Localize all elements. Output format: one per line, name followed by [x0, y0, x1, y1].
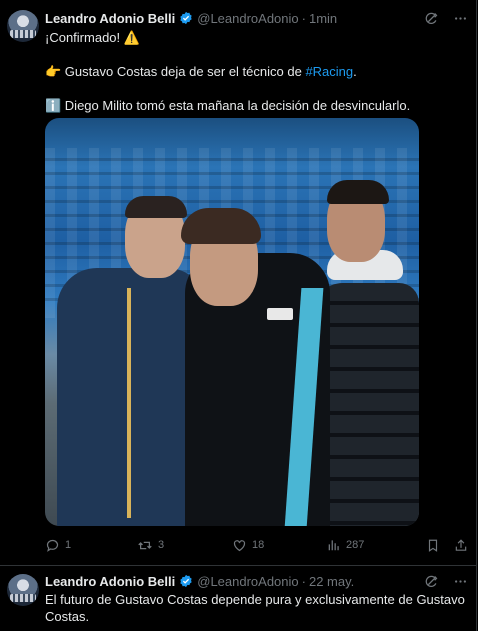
- text-segment: ¡Confirmado!: [45, 30, 124, 45]
- like-count: 18: [252, 539, 265, 551]
- person-left-zipper: [127, 288, 131, 518]
- tweet-actions: 1 3 18 287: [45, 535, 468, 555]
- separator-dot: ·: [301, 573, 306, 589]
- text-segment: 👉 Gustavo Costas deja de ser el técnico …: [45, 64, 306, 79]
- grok-icon[interactable]: [424, 11, 439, 26]
- grok-icon[interactable]: [424, 574, 439, 589]
- tweet-text: ¡Confirmado! ⚠️ 👉 Gustavo Costas deja de…: [45, 29, 466, 114]
- verified-badge-icon: [180, 11, 192, 25]
- more-icon[interactable]: [453, 11, 468, 26]
- repost-count: 3: [158, 539, 165, 551]
- tweet-line: 👉 Gustavo Costas deja de ser el técnico …: [45, 63, 466, 80]
- person-left-hair: [125, 196, 187, 218]
- views-icon: [328, 540, 339, 551]
- hashtag-link[interactable]: #Racing: [305, 64, 353, 79]
- timestamp[interactable]: 1min: [309, 11, 337, 26]
- repost-icon: [138, 541, 152, 549]
- separator-dot: ·: [301, 10, 306, 26]
- like-icon: [233, 539, 246, 551]
- person-right-hair: [327, 180, 389, 204]
- author-name[interactable]: Leandro Adonio Belli: [45, 574, 175, 589]
- views-count: 287: [346, 539, 365, 551]
- tweet-header: Leandro Adonio Belli @LeandroAdonio · 1m…: [45, 8, 468, 28]
- tweet[interactable]: Leandro Adonio Belli @LeandroAdonio · 22…: [0, 566, 477, 631]
- warning-emoji: ⚠️: [123, 30, 140, 45]
- reply-count: 1: [65, 539, 72, 551]
- avatar[interactable]: [7, 574, 39, 606]
- text-segment: ℹ️ Diego Milito tomó esta mañana la deci…: [45, 98, 411, 113]
- author-handle[interactable]: @LeandroAdonio: [197, 11, 298, 26]
- views-button[interactable]: 287: [327, 538, 422, 552]
- reply-icon: [46, 539, 59, 552]
- verified-badge-icon: [180, 574, 192, 588]
- tweet[interactable]: Leandro Adonio Belli @LeandroAdonio · 1m…: [0, 0, 477, 566]
- tweet-photo[interactable]: [45, 118, 419, 526]
- tweet-line: ¡Confirmado! ⚠️: [45, 29, 466, 46]
- share-icon[interactable]: [454, 538, 468, 553]
- tweet-line: ℹ️ Diego Milito tomó esta mañana la deci…: [45, 97, 466, 114]
- repost-button[interactable]: 3: [137, 538, 232, 553]
- timestamp[interactable]: 22 may.: [309, 574, 354, 589]
- like-button[interactable]: 18: [232, 538, 327, 553]
- author-handle[interactable]: @LeandroAdonio: [197, 574, 298, 589]
- text-segment: .: [353, 64, 357, 79]
- reply-button[interactable]: 1: [45, 538, 137, 553]
- author-name[interactable]: Leandro Adonio Belli: [45, 11, 175, 26]
- kappa-logo-icon: [267, 308, 293, 320]
- tweet-header: Leandro Adonio Belli @LeandroAdonio · 22…: [45, 571, 468, 591]
- avatar[interactable]: [7, 10, 39, 42]
- bookmark-icon[interactable]: [426, 538, 440, 553]
- person-center-hair: [181, 208, 261, 244]
- tweet-text: El futuro de Gustavo Costas depende pura…: [45, 592, 465, 624]
- more-icon[interactable]: [453, 574, 468, 589]
